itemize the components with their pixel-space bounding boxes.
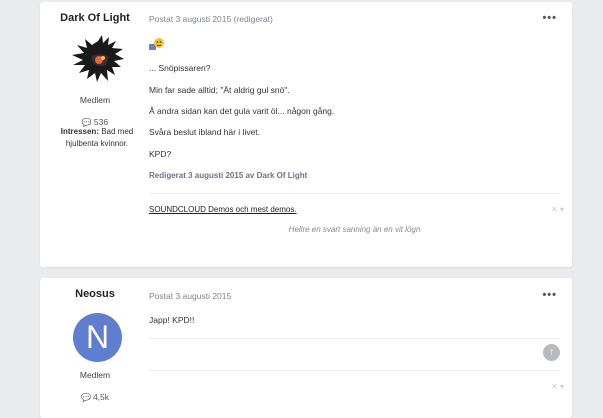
post-line: KPD?	[149, 149, 172, 159]
divider	[149, 338, 560, 339]
author-interests: Intressen: Bad med hjulbenta kvinnor.	[54, 126, 140, 150]
post-count-value: 4,5k	[92, 392, 110, 402]
more-options-button[interactable]: •••	[542, 289, 557, 301]
author-avatar[interactable]: N	[73, 313, 122, 362]
scroll-to-top-button[interactable]: ↑	[543, 344, 560, 361]
edited-note: Redigerat 3 augusti 2015 av Dark Of Ligh…	[149, 171, 308, 180]
arrow-up-icon: ↑	[549, 347, 554, 358]
post-line: Min far sade alltid; "Ät aldrig gul snö"…	[149, 85, 290, 95]
author-rank: Medlem	[79, 95, 111, 105]
author-rank: Medlem	[79, 370, 111, 380]
author-panel: Neosus	[40, 278, 150, 300]
signature-link[interactable]: SOUNDCLOUD Demos och mest demos.	[149, 205, 297, 214]
signature-controls[interactable]: ✕ ▾	[551, 382, 564, 391]
post-card: Dark Of Light Medlem 💬 536 Intressen: Bad…	[40, 2, 572, 267]
post-line: Svåra beslut ibland här i livet.	[149, 127, 261, 137]
more-options-button[interactable]: •••	[542, 12, 557, 24]
post-card: Neosus N Medlem 💬 4,5k Postat 3 augusti 2…	[40, 278, 572, 418]
divider	[149, 193, 560, 194]
author-avatar[interactable]	[71, 35, 125, 83]
emoji-icon	[149, 38, 164, 50]
post-count[interactable]: 💬 4,5k	[40, 392, 150, 402]
post-date[interactable]: Postat 3 augusti 2015 (redigerat)	[149, 14, 273, 24]
post-line: ... Snöpissaren?	[149, 63, 211, 73]
post-line: Å andra sidan kan det gula varit öl... n…	[149, 106, 335, 116]
interests-label: Intressen:	[60, 127, 99, 136]
author-name[interactable]: Dark Of Light	[40, 12, 150, 24]
post-line: Japp! KPD!!	[149, 315, 195, 325]
comment-icon: 💬	[80, 393, 91, 402]
signature-quote: Hellre en svart sanning än en vit lögn	[288, 225, 421, 234]
author-name[interactable]: Neosus	[40, 288, 150, 300]
divider	[149, 370, 560, 371]
author-panel: Dark Of Light	[40, 2, 150, 24]
post-date[interactable]: Postat 3 augusti 2015	[149, 291, 231, 301]
signature-controls[interactable]: ✕ ▾	[551, 205, 564, 214]
